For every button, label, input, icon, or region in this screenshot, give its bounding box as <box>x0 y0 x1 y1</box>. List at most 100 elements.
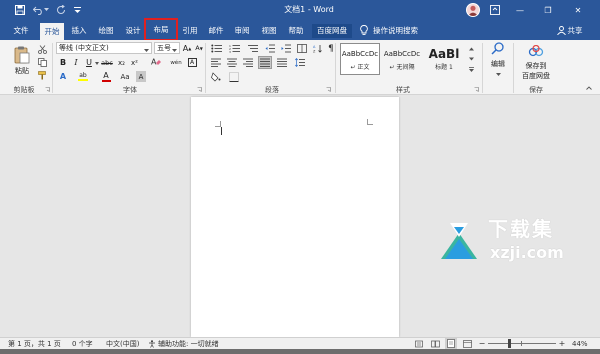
accessibility-status[interactable]: 辅助功能: 一切就绪 <box>158 339 219 349</box>
zoom-slider-thumb[interactable] <box>508 339 511 348</box>
style-heading-1[interactable]: AaBl 标题 1 <box>424 43 464 75</box>
read-mode-icon[interactable] <box>430 339 440 349</box>
taskbar-strip <box>0 349 600 354</box>
decrease-indent-icon[interactable] <box>264 43 276 54</box>
font-color-button[interactable]: A <box>100 71 112 82</box>
highlight-button[interactable]: ab <box>76 71 90 82</box>
share-icon[interactable] <box>556 24 566 36</box>
separator <box>335 43 336 93</box>
tab-mailings[interactable]: 邮件 <box>205 24 227 38</box>
shrink-font-button[interactable]: A ▼ <box>194 42 204 54</box>
sort-icon[interactable]: AZ <box>312 43 324 54</box>
tab-review[interactable]: 审阅 <box>231 24 253 38</box>
restore-button[interactable]: ❐ <box>540 3 556 17</box>
editing-button[interactable]: 编辑 <box>488 41 508 79</box>
tell-me-search[interactable]: 操作说明搜索 <box>373 24 423 38</box>
chinese-layout-icon[interactable] <box>296 43 308 54</box>
tab-design[interactable]: 设计 <box>122 24 144 38</box>
language-indicator[interactable]: 中文(中国) <box>106 339 139 349</box>
clipboard-launcher-icon[interactable] <box>44 85 50 93</box>
redo-icon[interactable] <box>55 4 67 16</box>
collapse-ribbon-icon[interactable] <box>585 84 593 92</box>
styles-launcher-icon[interactable] <box>473 85 479 93</box>
change-case-button[interactable]: Aa <box>119 71 131 82</box>
web-layout-icon[interactable] <box>462 339 472 349</box>
style-no-spacing[interactable]: AaBbCcDc ↵ 无间隔 <box>382 43 422 75</box>
increase-indent-icon[interactable] <box>280 43 292 54</box>
tab-layout[interactable]: 布局 <box>144 18 178 41</box>
subscript-button[interactable]: x₂ <box>116 57 127 68</box>
copy-icon[interactable] <box>37 57 47 67</box>
font-launcher-icon[interactable] <box>196 85 202 93</box>
styles-scroll-up-icon[interactable] <box>467 44 475 53</box>
underline-dropdown-icon[interactable] <box>94 60 99 66</box>
align-left-icon[interactable] <box>210 57 222 68</box>
clear-formatting-button[interactable]: A <box>150 57 162 68</box>
minimize-button[interactable]: — <box>512 3 528 17</box>
window-title: 文档1 - Word <box>284 5 334 14</box>
zoom-in-button[interactable]: + <box>558 338 566 349</box>
distributed-icon[interactable] <box>276 57 288 68</box>
cut-icon[interactable] <box>37 44 47 54</box>
page-count[interactable]: 第 1 页，共 1 页 <box>8 339 61 349</box>
zoom-level[interactable]: 44% <box>572 339 588 349</box>
format-painter-icon[interactable] <box>37 70 47 80</box>
styles-group-label: 样式 <box>396 86 410 94</box>
tab-home[interactable]: 开始 <box>40 23 64 40</box>
enclose-char-button[interactable]: A <box>186 57 198 68</box>
line-spacing-icon[interactable] <box>294 57 306 68</box>
close-button[interactable]: ✕ <box>570 3 586 17</box>
font-size-combo[interactable]: 五号 <box>154 42 180 54</box>
tab-references[interactable]: 引用 <box>179 24 201 38</box>
italic-button[interactable]: I <box>71 57 81 68</box>
grow-font-button[interactable]: A ▲ <box>182 42 192 54</box>
bullets-icon[interactable] <box>210 43 224 54</box>
zoom-slider[interactable] <box>488 339 556 348</box>
avatar[interactable] <box>466 3 480 17</box>
tab-baidu-netdisk[interactable]: 百度网盘 <box>312 24 352 38</box>
paragraph-launcher-icon[interactable] <box>325 85 331 93</box>
focus-mode-icon[interactable] <box>414 339 424 349</box>
ribbon: 粘贴 剪贴板 等线 (中文正文) 五号 A ▲ A ▼ B I U abc x₂ x… <box>0 40 600 95</box>
styles-more-icon[interactable] <box>467 65 475 74</box>
watermark-title: 下载集 <box>488 217 554 241</box>
margin-mark-top-right <box>367 119 373 125</box>
styles-scroll-down-icon[interactable] <box>467 54 475 63</box>
document-page[interactable] <box>191 97 399 337</box>
text-effects-button[interactable]: A <box>58 71 68 82</box>
ribbon-display-options-icon[interactable] <box>489 4 501 16</box>
paste-button[interactable]: 粘贴 <box>10 43 34 79</box>
font-name-combo[interactable]: 等线 (中文正文) <box>56 42 152 54</box>
zoom-out-button[interactable]: − <box>478 338 486 349</box>
share-button[interactable]: 共享 <box>566 24 584 38</box>
word-count[interactable]: 0 个字 <box>72 339 93 349</box>
numbering-icon[interactable]: 123 <box>228 43 242 54</box>
justify-icon[interactable] <box>258 56 272 69</box>
bold-button[interactable]: B <box>58 57 68 68</box>
phonetic-guide-button[interactable]: wén <box>168 57 184 68</box>
print-layout-icon[interactable] <box>445 338 457 349</box>
style-normal[interactable]: AaBbCcDc ↵ 正文 <box>340 43 380 75</box>
undo-icon[interactable] <box>32 4 44 16</box>
align-right-icon[interactable] <box>242 57 254 68</box>
align-center-icon[interactable] <box>226 57 238 68</box>
superscript-button[interactable]: x² <box>129 57 140 68</box>
shading-icon[interactable] <box>210 71 222 82</box>
tab-view[interactable]: 视图 <box>258 24 280 38</box>
underline-button[interactable]: U <box>84 57 94 68</box>
undo-dropdown-icon[interactable] <box>44 5 49 15</box>
multilevel-list-icon[interactable] <box>246 43 260 54</box>
save-to-baidu-netdisk-button[interactable]: 保存到 百度网盘 <box>516 44 556 82</box>
accessibility-icon[interactable] <box>147 339 157 349</box>
char-shading-button[interactable]: A <box>136 71 146 82</box>
customize-toolbar-icon[interactable] <box>73 5 81 15</box>
borders-icon[interactable] <box>228 71 240 82</box>
magnifier-icon <box>491 41 505 57</box>
tab-insert[interactable]: 插入 <box>68 24 90 38</box>
save-icon[interactable] <box>14 4 26 16</box>
tab-file[interactable]: 文件 <box>10 24 32 38</box>
tab-help[interactable]: 帮助 <box>285 24 307 38</box>
tab-draw[interactable]: 绘图 <box>95 24 117 38</box>
chevron-down-icon <box>495 70 501 79</box>
strikethrough-button[interactable]: abc <box>100 57 114 68</box>
